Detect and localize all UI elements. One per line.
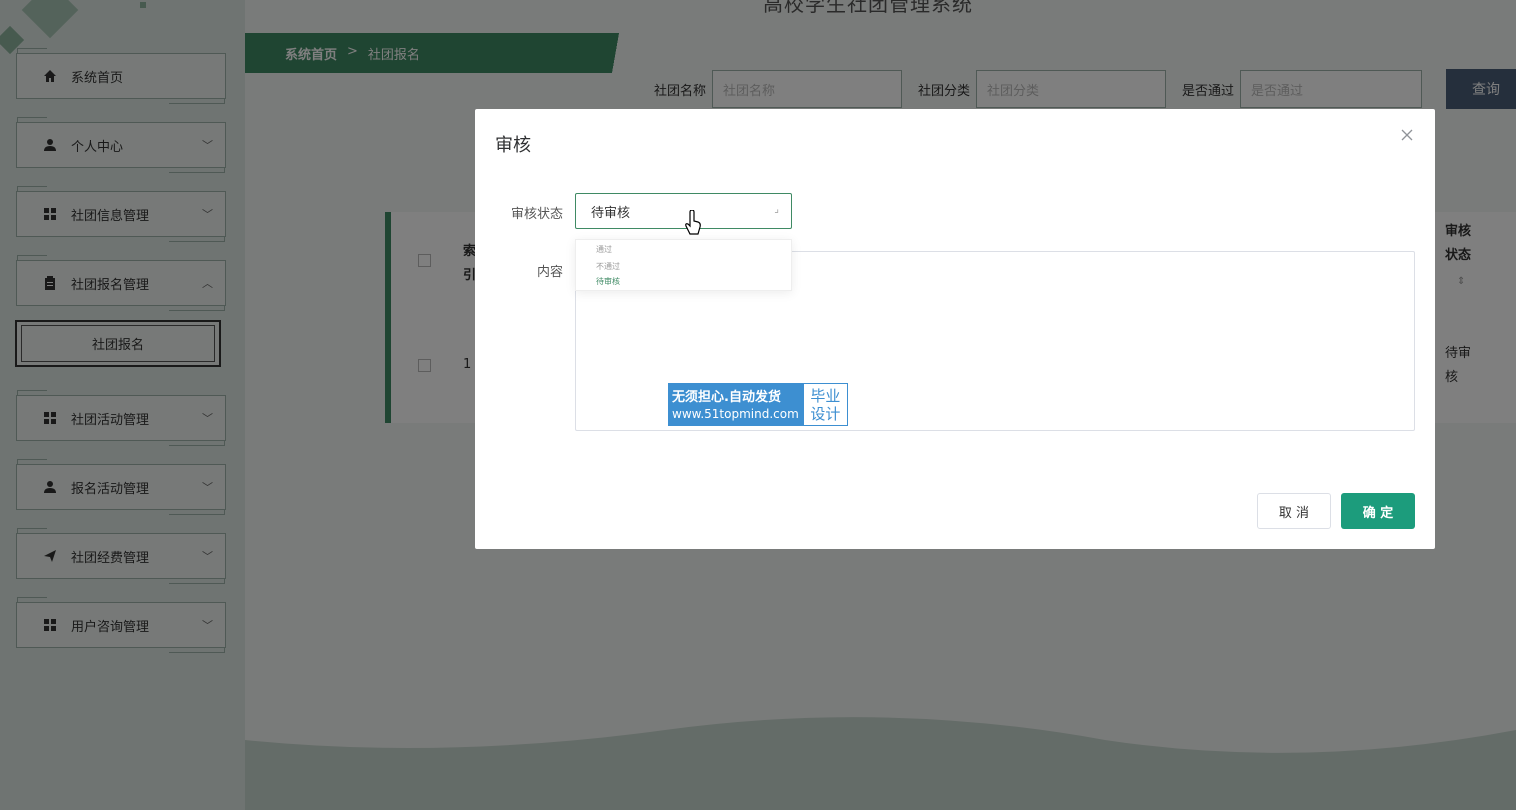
review-dialog: 审核 审核状态 待审核 ⌟ 内容 通过 不通过 待审核 取 消 确 定: [475, 109, 1435, 549]
status-option-pending[interactable]: 待审核: [596, 276, 620, 287]
watermark-line1: 无须担心.自动发货: [672, 390, 781, 405]
watermark-right2: 设计: [810, 404, 841, 423]
watermark-right1: 毕业: [810, 386, 841, 405]
watermark-line2: www.51topmind.com: [672, 407, 799, 421]
status-option-pass[interactable]: 通过: [596, 244, 612, 255]
content-label: 内容: [536, 265, 563, 280]
chevron-down-icon: ⌟: [774, 204, 779, 215]
status-option-fail[interactable]: 不通过: [596, 261, 620, 272]
hand-cursor-icon: [685, 210, 701, 235]
status-dropdown: 通过 不通过 待审核: [575, 239, 792, 291]
close-icon[interactable]: [1399, 127, 1415, 143]
dialog-title: 审核: [495, 135, 531, 156]
watermark-badge: 无须担心.自动发货 www.51topmind.com 毕业 设计: [666, 381, 850, 428]
status-select-value: 待审核: [591, 205, 631, 221]
status-label: 审核状态: [510, 207, 563, 222]
confirm-button[interactable]: 确 定: [1341, 493, 1415, 529]
cancel-button[interactable]: 取 消: [1257, 493, 1331, 529]
